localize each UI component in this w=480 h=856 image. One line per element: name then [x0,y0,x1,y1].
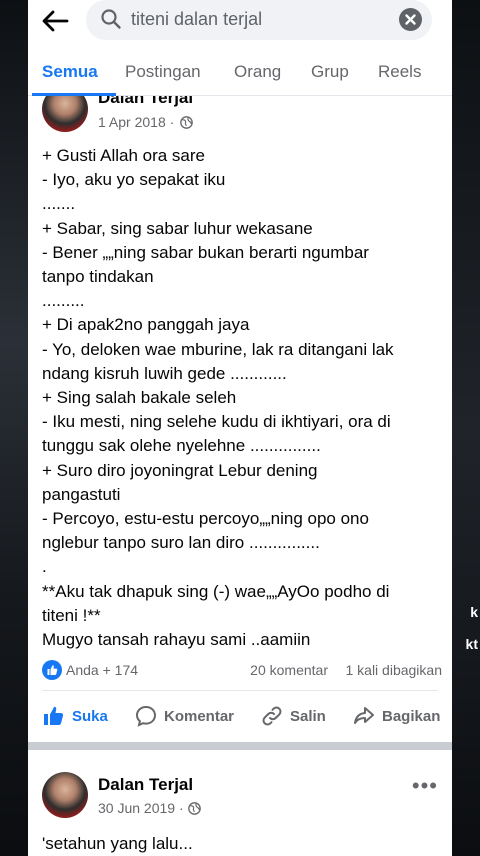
post-line: tunggu sak olehe nyelehne ..............… [42,436,321,456]
share-arrow-icon [354,707,374,724]
post-line: + Suro diro joyoningrat Lebur dening [42,460,318,480]
background-text: kt [465,636,478,652]
search-query: titeni dalan terjal [131,9,263,29]
post-text: + Gusti Allah ora sare - Iyo, aku yo sep… [42,144,442,652]
post-line: tanpo tindakan [42,267,154,287]
thumbs-up-icon [44,706,64,725]
reaction-count[interactable]: Anda + 174 [66,662,138,678]
copy-link-button-label: Salin [290,708,326,725]
post-line: **Aku tak dhapuk sing (-) wae„„AyOo podh… [42,581,390,601]
comment-bubble-icon [135,705,157,727]
post-line: pangastuti [42,484,121,504]
post-date[interactable]: 1 Apr 2018 · [98,114,174,130]
tab-posts[interactable]: Postingan [125,62,201,82]
facebook-search-results-screen: Dalan Terjal 1 Apr 2018 · + Gusti Allah … [28,0,452,856]
post-line: + Di apak2no panggah jaya [42,315,250,335]
link-icon [262,706,282,726]
post-line: - Percoyo, estu-estu percoyo„„ning opo o… [42,509,369,529]
feed-separator [28,742,452,750]
tab-reels[interactable]: Reels [378,62,421,82]
post-line: . [42,557,47,577]
post-text: 'setahun yang lalu... [42,832,442,856]
post-line: - Iku mesti, ning selehe kudu di ikhtiya… [42,412,391,432]
author-avatar[interactable] [42,772,88,818]
share-count[interactable]: 1 kali dibagikan [345,662,442,678]
like-button-label: Suka [72,708,108,725]
post-line: 'setahun yang lalu... [42,834,193,853]
search-input[interactable]: titeni dalan terjal [86,0,432,40]
copy-link-button[interactable]: Salin [260,704,340,730]
like-reaction-icon [42,660,62,680]
post-line: titeni !** [42,605,101,625]
post-line: + Sabar, sing sabar luhur wekasane [42,218,313,238]
back-arrow-icon[interactable] [40,8,70,34]
background-right-edge: k kt [452,0,480,856]
search-icon [101,9,121,29]
clear-search-button[interactable] [399,8,422,31]
post-line: - Iyo, aku yo sepakat iku [42,170,226,190]
post-line: - Yo, deloken wae mburine, lak ra ditang… [42,339,394,359]
post-card: Dalan Terjal 30 Jun 2019 · 'setahun yang… [28,750,452,856]
post-line: + Sing salah bakale seleh [42,388,237,408]
comment-button[interactable]: Komentar [134,704,244,730]
post-line: - Bener „„ning sabar bukan berarti ngumb… [42,242,369,262]
tab-all[interactable]: Semua [42,62,98,82]
post-line: ndang kisruh luwih gede ............ [42,363,287,383]
reaction-summary: Anda + 174 20 komentar 1 kali dibagikan [42,660,442,682]
share-button[interactable]: Bagikan [352,704,452,730]
like-button[interactable]: Suka [42,704,122,730]
post-date[interactable]: 30 Jun 2019 · [98,800,184,816]
share-button-label: Bagikan [382,708,441,725]
background-left-edge [0,0,28,856]
post-author-name[interactable]: Dalan Terjal [98,775,193,795]
tab-groups[interactable]: Grup [311,62,349,82]
post-card: Dalan Terjal 1 Apr 2018 · + Gusti Allah … [28,0,452,742]
divider [42,690,438,691]
post-line: + Gusti Allah ora sare [42,146,206,165]
active-tab-indicator [32,93,116,96]
search-header: titeni dalan terjal [28,0,452,44]
post-line: ......... [42,291,85,311]
background-text: k [470,604,478,620]
more-options-icon[interactable]: ••• [412,773,438,799]
post-line: ....... [42,194,76,214]
search-filter-tabs: Semua Postingan Orang Grup Reels [28,52,452,96]
public-globe-icon [180,116,193,129]
post-line: nglebur tanpo suro lan diro ............… [42,533,320,553]
post-line: Mugyo tansah rahayu sami ..aamiin [42,630,311,650]
comment-button-label: Komentar [164,708,235,725]
comment-count[interactable]: 20 komentar [250,662,328,678]
tab-people[interactable]: Orang [234,62,281,82]
public-globe-icon [188,802,201,815]
close-icon [405,14,416,25]
